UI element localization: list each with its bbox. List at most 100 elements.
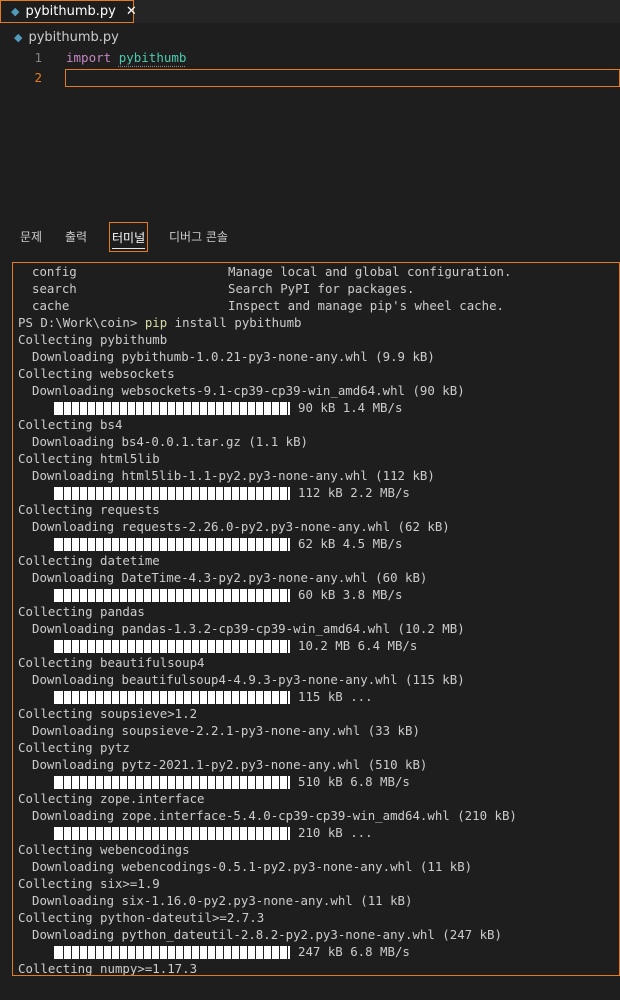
terminal-line: Downloading requests-2.26.0-py2.py3-none… [13, 518, 619, 535]
terminal-output[interactable]: config Manage local and global configurat… [12, 262, 620, 976]
progress-bar [54, 946, 290, 959]
terminal-line: Collecting six>=1.9 [13, 875, 619, 892]
collecting-line: Collecting requests [18, 502, 160, 517]
terminal-line: Collecting beautifulsoup4 [13, 654, 619, 671]
tab-problems[interactable]: 문제 [20, 222, 42, 252]
current-line-highlight [65, 69, 620, 87]
download-line: Downloading webencodings-0.5.1-py2.py3-n… [32, 859, 473, 874]
terminal-line: Collecting python-dateutil>=2.7.3 [13, 909, 619, 926]
subcommand-name: config [32, 264, 77, 279]
terminal-line: 510 kB 6.8 MB/s [13, 773, 619, 790]
collecting-line: Collecting datetime [18, 553, 160, 568]
terminal-line: 210 kB ... [13, 824, 619, 841]
download-line: Downloading bs4-0.0.1.tar.gz (1.1 kB) [32, 434, 309, 449]
close-icon[interactable]: ✕ [126, 4, 137, 19]
collecting-line: Collecting html5lib [18, 451, 160, 466]
progress-bar [54, 691, 290, 704]
terminal-line: Collecting datetime [13, 552, 619, 569]
command-args: install pybithumb [167, 315, 302, 330]
download-line: Downloading beautifulsoup4-4.9.3-py3-non… [32, 672, 465, 687]
terminal-line: 90 kB 1.4 MB/s [13, 399, 619, 416]
terminal-line: 62 kB 4.5 MB/s [13, 535, 619, 552]
progress-stats: 62 kB 4.5 MB/s [298, 536, 403, 551]
panel-tab-bar: 문제 출력 터미널 디버그 콘솔 [0, 222, 620, 256]
progress-stats: 510 kB 6.8 MB/s [298, 774, 410, 789]
progress-stats: 10.2 MB 6.4 MB/s [298, 638, 418, 653]
progress-bar [54, 538, 290, 551]
collecting-line: Collecting numpy>=1.17.3 [18, 961, 198, 976]
subcommand-name: cache [32, 298, 70, 313]
line-number: 1 [34, 50, 42, 65]
terminal-line: Collecting zope.interface [13, 790, 619, 807]
command-name: pip [144, 315, 168, 330]
progress-bar [54, 776, 290, 789]
terminal-line: Downloading webencodings-0.5.1-py2.py3-n… [13, 858, 619, 875]
terminal-line: Collecting soupsieve>1.2 [13, 705, 619, 722]
code-text: import pybithumb [66, 48, 186, 68]
tab-output[interactable]: 출력 [65, 222, 87, 252]
module-token: pybithumb [118, 50, 187, 65]
progress-bar [54, 640, 290, 653]
code-line[interactable]: 1 import pybithumb [0, 48, 620, 68]
tab-label: pybithumb.py [25, 4, 116, 19]
collecting-line: Collecting webencodings [18, 842, 190, 857]
download-line: Downloading soupsieve-2.2.1-py3-none-any… [32, 723, 420, 738]
download-line: Downloading requests-2.26.0-py2.py3-none… [32, 519, 450, 534]
progress-bar [54, 589, 290, 602]
progress-bar [54, 402, 290, 415]
terminal-line: 112 kB 2.2 MB/s [13, 484, 619, 501]
terminal-line: Collecting numpy>=1.17.3 [13, 960, 619, 976]
terminal-line: Collecting pandas [13, 603, 619, 620]
terminal-line: Collecting pybithumb [13, 331, 619, 348]
download-line: Downloading pybithumb-1.0.21-py3-none-an… [32, 349, 435, 364]
subcommand-description: Manage local and global configuration. [228, 264, 512, 279]
tab-debug-console[interactable]: 디버그 콘솔 [169, 222, 228, 252]
terminal-line: cache Inspect and manage pip's wheel cach… [13, 297, 619, 314]
terminal-line: Downloading DateTime-4.3-py2.py3-none-an… [13, 569, 619, 586]
python-file-icon: ◆ [11, 5, 20, 18]
subcommand-name: search [32, 281, 77, 296]
terminal-line: config Manage local and global configurat… [13, 263, 619, 280]
terminal-line: Downloading soupsieve-2.2.1-py3-none-any… [13, 722, 619, 739]
breadcrumb-filename[interactable]: pybithumb.py [28, 30, 118, 45]
terminal-line: 115 kB ... [13, 688, 619, 705]
progress-bar [54, 487, 290, 500]
collecting-line: Collecting bs4 [18, 417, 123, 432]
terminal-line: Downloading six-1.16.0-py2.py3-none-any.… [13, 892, 619, 909]
collecting-line: Collecting pybithumb [18, 332, 168, 347]
python-file-icon: ◆ [14, 30, 23, 44]
panel-bottom [12, 976, 620, 1000]
terminal-line: PS D:\Work\coin> pip install pybithumb [13, 314, 619, 331]
progress-stats: 112 kB 2.2 MB/s [298, 485, 410, 500]
tab-pybithumb[interactable]: ◆ pybithumb.py ✕ [0, 0, 137, 23]
terminal-line: Downloading pandas-1.3.2-cp39-cp39-win_a… [13, 620, 619, 637]
terminal-line: search Search PyPI for packages. [13, 280, 619, 297]
editor-tab-bar: ◆ pybithumb.py ✕ [0, 0, 620, 23]
progress-stats: 90 kB 1.4 MB/s [298, 400, 403, 415]
terminal-line: Downloading beautifulsoup4-4.9.3-py3-non… [13, 671, 619, 688]
terminal-line: Collecting html5lib [13, 450, 619, 467]
subcommand-description: Inspect and manage pip's wheel cache. [228, 298, 505, 313]
terminal-line: Downloading python_dateutil-2.8.2-py2.py… [13, 926, 619, 943]
breadcrumb[interactable]: ◆ pybithumb.py [0, 26, 119, 48]
collecting-line: Collecting soupsieve>1.2 [18, 706, 198, 721]
terminal-line: Downloading bs4-0.0.1.tar.gz (1.1 kB) [13, 433, 619, 450]
code-line[interactable]: 2 [0, 68, 620, 88]
terminal-line: Downloading pybithumb-1.0.21-py3-none-an… [13, 348, 619, 365]
progress-stats: 210 kB ... [298, 825, 373, 840]
tab-terminal[interactable]: 터미널 [109, 222, 149, 252]
code-editor[interactable]: 1 import pybithumb 2 [0, 48, 620, 218]
download-line: Downloading html5lib-1.1-py2.py3-none-an… [32, 468, 435, 483]
terminal-line: Downloading websockets-9.1-cp39-cp39-win… [13, 382, 619, 399]
terminal-line: Downloading pytz-2021.1-py2.py3-none-any… [13, 756, 619, 773]
collecting-line: Collecting pandas [18, 604, 145, 619]
collecting-line: Collecting pytz [18, 740, 130, 755]
line-number: 2 [34, 70, 42, 85]
download-line: Downloading zope.interface-5.4.0-cp39-cp… [32, 808, 517, 823]
download-line: Downloading pytz-2021.1-py2.py3-none-any… [32, 757, 428, 772]
terminal-line: Collecting webencodings [13, 841, 619, 858]
subcommand-description: Search PyPI for packages. [228, 281, 415, 296]
terminal-line: Collecting requests [13, 501, 619, 518]
keyword-token: import [66, 50, 112, 65]
terminal-line: 247 kB 6.8 MB/s [13, 943, 619, 960]
